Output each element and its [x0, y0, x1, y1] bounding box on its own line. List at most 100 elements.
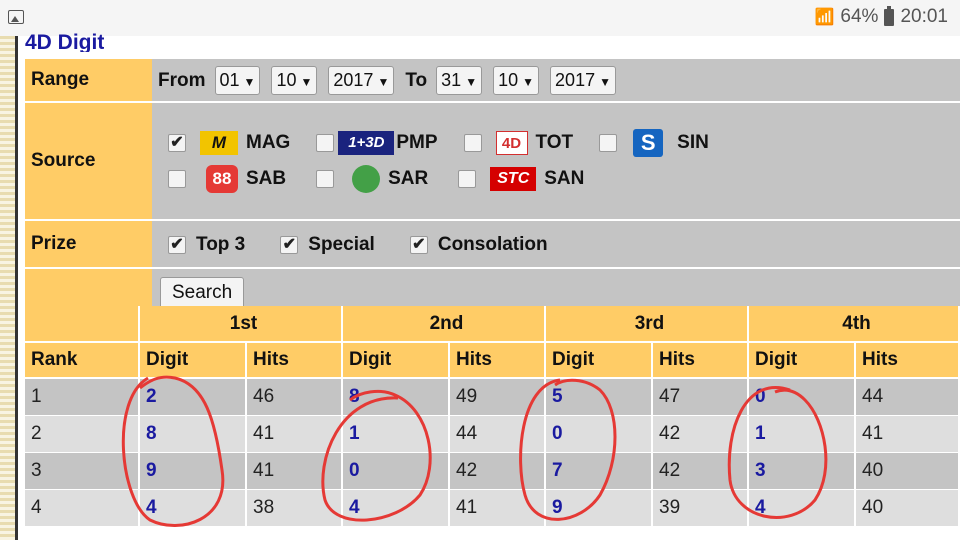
status-right: 📶 64% 20:01 — [814, 5, 948, 28]
source-pmp-checkbox[interactable] — [316, 134, 335, 152]
left-decorative-strip — [0, 36, 15, 540]
to-year-select[interactable]: 2017 ▼ — [550, 65, 616, 95]
prize-consolation-checkbox[interactable]: ✔ — [409, 235, 428, 254]
group-header-1st: 1st — [139, 306, 343, 343]
prize-label: Prize — [25, 221, 152, 267]
source-sab-checkbox[interactable] — [168, 170, 186, 188]
hits-cell: 47 — [652, 378, 749, 416]
digit-cell[interactable]: 8 — [342, 378, 450, 416]
from-year-select[interactable]: 2017 ▼ — [328, 65, 395, 95]
hits-cell: 46 — [246, 378, 343, 416]
digit-header: Digit — [545, 342, 653, 379]
digit-cell[interactable]: 1 — [342, 415, 450, 453]
clock: 20:01 — [900, 6, 948, 27]
digit-cell[interactable]: 4 — [139, 489, 247, 527]
sin-logo-icon: S — [633, 129, 664, 157]
hits-cell: 39 — [652, 489, 749, 527]
table-row: 4 4 38 4 41 9 39 4 40 — [25, 489, 960, 527]
digit-cell[interactable]: 2 — [139, 378, 247, 416]
source-sar: SAR — [316, 165, 428, 193]
source-sar-checkbox[interactable] — [316, 170, 335, 188]
hits-cell: 42 — [449, 452, 546, 490]
prize-row: Prize ✔ Top 3 ✔ Special ✔ Consolation — [25, 221, 960, 267]
source-san-checkbox[interactable] — [458, 170, 477, 188]
source-row: Source ✔ M MAG 1+3D PMP 4D TOT S SIN 88 … — [25, 103, 960, 219]
sab-logo-icon: 88 — [206, 165, 238, 193]
digit-cell[interactable]: 0 — [545, 415, 653, 453]
battery-percent: 64% — [840, 6, 879, 27]
status-bar: 📶 64% 20:01 — [0, 0, 960, 36]
hits-cell: 41 — [855, 415, 960, 453]
hits-cell: 40 — [855, 489, 960, 527]
from-label: From — [158, 69, 206, 91]
from-month-select[interactable]: 10 ▼ — [271, 65, 318, 95]
prize-special-checkbox[interactable]: ✔ — [280, 235, 299, 254]
digit-cell[interactable]: 8 — [139, 415, 247, 453]
prize-top3: ✔ Top 3 — [168, 234, 245, 256]
column-header-row: Rank Digit Hits Digit Hits Digit Hits Di… — [25, 342, 960, 379]
digit-cell[interactable]: 4 — [748, 489, 856, 527]
group-header-row: 1st 2nd 3rd 4th — [25, 306, 960, 343]
table-row: 2 8 41 1 44 0 42 1 41 — [25, 415, 960, 453]
hits-header: Hits — [449, 342, 546, 379]
source-mag-checkbox[interactable]: ✔ — [168, 134, 186, 152]
battery-icon — [884, 5, 895, 26]
digit-cell[interactable]: 9 — [545, 489, 653, 527]
page-title: 4D Digit — [25, 31, 105, 52]
digit-cell[interactable]: 5 — [545, 378, 653, 416]
image-notification-icon — [8, 10, 24, 24]
to-day-select[interactable]: 31 ▼ — [436, 65, 483, 95]
to-label: To — [405, 69, 428, 91]
hits-cell: 44 — [855, 378, 960, 416]
digit-cell[interactable]: 0 — [748, 378, 856, 416]
prize-consolation: ✔ Consolation — [409, 234, 548, 256]
source-tot: 4D TOT — [463, 131, 573, 155]
group-header-4th: 4th — [748, 306, 960, 343]
search-button[interactable]: Search — [160, 277, 245, 309]
group-header-3rd: 3rd — [545, 306, 749, 343]
rank-cell: 2 — [25, 415, 140, 453]
source-sin-checkbox[interactable] — [599, 134, 618, 152]
source-sin: S SIN — [599, 129, 709, 157]
rank-header: Rank — [25, 342, 140, 379]
prize-special: ✔ Special — [280, 234, 375, 256]
source-mag: ✔ M MAG — [168, 131, 290, 155]
hits-cell: 38 — [246, 489, 343, 527]
rank-cell: 1 — [25, 378, 140, 416]
digit-cell[interactable]: 3 — [748, 452, 856, 490]
source-pmp: 1+3D PMP — [316, 131, 438, 155]
hits-cell: 41 — [246, 415, 343, 453]
digit-cell[interactable]: 0 — [342, 452, 450, 490]
mag-logo-icon: M — [200, 131, 238, 155]
from-day-select[interactable]: 01 ▼ — [214, 65, 261, 95]
prize-top3-checkbox[interactable]: ✔ — [168, 235, 186, 254]
hits-header: Hits — [855, 342, 960, 379]
table-row: 1 2 46 8 49 5 47 0 44 — [25, 378, 960, 416]
left-border-line — [15, 36, 18, 540]
digit-cell[interactable]: 7 — [545, 452, 653, 490]
digit-header: Digit — [342, 342, 450, 379]
digit-cell[interactable]: 9 — [139, 452, 247, 490]
range-label: Range — [25, 59, 152, 101]
hits-cell: 40 — [855, 452, 960, 490]
digit-cell[interactable]: 4 — [342, 489, 450, 527]
hits-cell: 42 — [652, 415, 749, 453]
group-header-2nd: 2nd — [342, 306, 546, 343]
hits-cell: 41 — [449, 489, 546, 527]
hits-cell: 41 — [246, 452, 343, 490]
filter-form: Range From 01 ▼ 10 ▼ 2017 ▼ To 31 ▼ 10 ▼ 2017… — [25, 57, 960, 319]
digit-cell[interactable]: 1 — [748, 415, 856, 453]
source-sab: 88 SAB — [168, 165, 286, 193]
hits-cell: 42 — [652, 452, 749, 490]
rank-cell: 3 — [25, 452, 140, 490]
range-row: Range From 01 ▼ 10 ▼ 2017 ▼ To 31 ▼ 10 ▼ 2017… — [25, 59, 960, 101]
to-month-select[interactable]: 10 ▼ — [493, 65, 540, 95]
results-table: 1st 2nd 3rd 4th Rank Digit Hits Digit Hi… — [25, 306, 960, 527]
tot-logo-icon: 4D — [495, 131, 528, 155]
hits-cell: 44 — [449, 415, 546, 453]
sar-logo-icon — [352, 165, 381, 193]
table-row: 3 9 41 0 42 7 42 3 40 — [25, 452, 960, 490]
wifi-icon: 📶 — [814, 9, 835, 26]
source-label: Source — [25, 103, 152, 219]
source-tot-checkbox[interactable] — [463, 134, 482, 152]
